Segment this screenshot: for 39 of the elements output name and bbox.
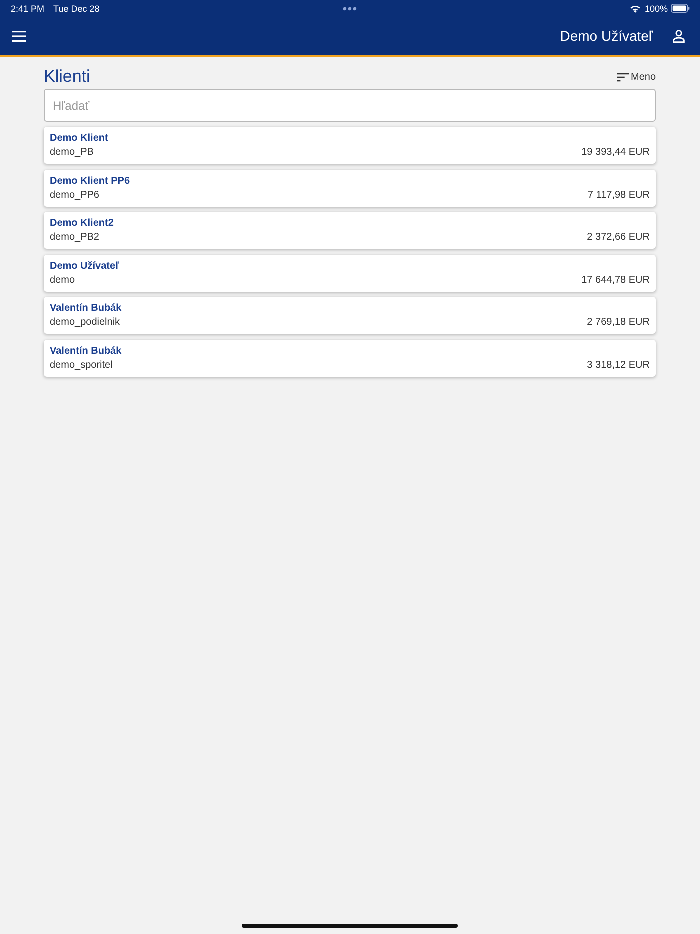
status-date: Tue Dec 28	[54, 4, 100, 14]
client-login: demo	[50, 274, 76, 286]
client-balance: 3 318,12 EUR	[587, 358, 650, 372]
client-name: Demo Klient	[50, 132, 108, 145]
client-login: demo_PB	[50, 146, 94, 159]
battery-percent: 100%	[644, 4, 668, 14]
client-balance: 2 372,66 EUR	[587, 231, 650, 244]
client-name: Demo Užívateľ	[50, 260, 120, 272]
status-time: 2:41 PM	[11, 4, 45, 14]
person-icon	[673, 30, 685, 42]
account-button[interactable]	[673, 30, 685, 42]
multitasking-dots-icon[interactable]	[343, 7, 357, 11]
client-card[interactable]: Valentín Bubák demo_podielnik 2 769,18 EUR	[44, 297, 656, 334]
wifi-icon	[630, 4, 641, 12]
battery-icon	[671, 4, 690, 13]
client-card[interactable]: Demo Užívateľ demo 17 644,78 EUR	[44, 254, 656, 292]
sort-icon	[616, 72, 629, 82]
client-name: Demo Klient PP6	[50, 174, 130, 188]
search-field[interactable]: Hľadať	[44, 89, 656, 122]
sort-button[interactable]: Meno	[616, 72, 656, 82]
menu-button[interactable]	[12, 30, 26, 42]
client-balance: 2 769,18 EUR	[587, 316, 650, 329]
client-login: demo_podielnik	[50, 316, 120, 329]
client-balance: 17 644,78 EUR	[582, 274, 650, 286]
client-login: demo_PP6	[50, 188, 100, 202]
user-name: Demo Užívateľ	[560, 28, 653, 44]
client-login: demo_sporitel	[50, 358, 113, 372]
client-card[interactable]: Demo Klient PP6 demo_PP6 7 117,98 EUR	[44, 170, 656, 206]
client-name: Valentín Bubák	[50, 302, 122, 315]
client-name: Demo Klient2	[50, 217, 114, 230]
page-title: Klienti	[44, 67, 90, 87]
client-balance: 19 393,44 EUR	[582, 146, 650, 159]
client-card[interactable]: Demo Klient2 demo_PB2 2 372,66 EUR	[44, 212, 656, 249]
client-card[interactable]: Demo Klient demo_PB 19 393,44 EUR	[44, 127, 656, 164]
client-balance: 7 117,98 EUR	[588, 188, 650, 202]
client-name: Valentín Bubák	[50, 344, 122, 358]
client-login: demo_PB2	[50, 231, 100, 244]
menu-icon	[12, 30, 26, 42]
client-card[interactable]: Valentín Bubák demo_sporitel 3 318,12 EUR	[44, 340, 656, 376]
